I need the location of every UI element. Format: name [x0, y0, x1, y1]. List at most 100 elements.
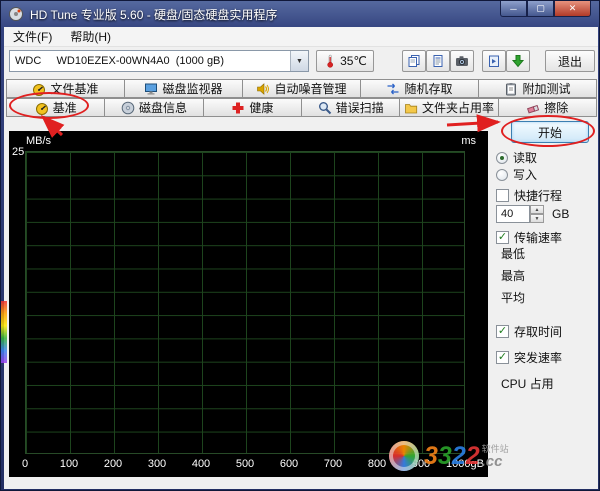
- read-label: 读取: [513, 149, 537, 166]
- access-time-checkbox[interactable]: [496, 325, 509, 338]
- folder-icon: [404, 101, 418, 115]
- x-tick: 600: [280, 458, 298, 470]
- monitor-icon: [144, 82, 158, 96]
- export-button[interactable]: [482, 50, 506, 72]
- tab-row-2: 基准 磁盘信息 健康: [6, 98, 596, 117]
- read-radio[interactable]: [496, 152, 508, 164]
- stepper-up-icon[interactable]: ▲: [530, 205, 544, 214]
- short-stroke-label: 快捷行程: [514, 187, 562, 204]
- tab-benchmark[interactable]: 基准: [6, 98, 105, 117]
- x-tick: 700: [324, 458, 342, 470]
- close-button[interactable]: ✕: [554, 1, 591, 17]
- download-arrow-icon: [511, 54, 525, 68]
- start-button[interactable]: 开始: [511, 121, 589, 143]
- write-radio[interactable]: [496, 169, 508, 181]
- file-benchmark-icon: [32, 82, 46, 96]
- transfer-rate-checkbox[interactable]: [496, 231, 509, 244]
- chevron-down-icon[interactable]: ▼: [290, 51, 308, 71]
- burst-rate-checkbox[interactable]: [496, 351, 509, 364]
- write-option[interactable]: 写入: [496, 166, 537, 183]
- tab-random-access[interactable]: 随机存取: [360, 79, 479, 98]
- short-stroke-value-input[interactable]: 40: [496, 205, 530, 223]
- read-option[interactable]: 读取: [496, 149, 537, 166]
- short-stroke-option[interactable]: 快捷行程: [496, 187, 562, 204]
- screenshot-button[interactable]: [450, 50, 474, 72]
- tab-label: 文件夹占用率: [422, 99, 494, 116]
- copy-text-button[interactable]: [402, 50, 426, 72]
- temperature-button[interactable]: 35℃: [316, 50, 374, 72]
- tab-label: 磁盘信息: [139, 99, 187, 116]
- watermark-text: 3 3 2 2 软件站 .cc: [424, 444, 509, 469]
- report-button[interactable]: [426, 50, 450, 72]
- transfer-rate-label: 传输速率: [514, 229, 562, 246]
- access-time-option[interactable]: 存取时间: [496, 323, 562, 340]
- menu-help[interactable]: 帮助(H): [61, 26, 120, 47]
- tab-folder-usage[interactable]: 文件夹占用率: [399, 98, 498, 117]
- camera-icon: [455, 54, 469, 68]
- drive-select[interactable]: WDC WD10EZEX-00WN4A0 (1000 gB) ▼: [9, 50, 309, 72]
- toolbar: WDC WD10EZEX-00WN4A0 (1000 gB) ▼ 35℃: [4, 47, 598, 77]
- thermometer-icon: [323, 54, 337, 68]
- menu-bar: 文件(F) 帮助(H): [4, 27, 598, 47]
- hdtune-window: HD Tune 专业版 5.60 - 硬盘/固态硬盘实用程序 ─ ▢ ✕ 文件(…: [0, 0, 600, 491]
- stepper-down-icon[interactable]: ▼: [530, 214, 544, 223]
- y-axis-max-label: 25: [12, 146, 24, 158]
- write-label: 写入: [513, 166, 537, 183]
- transfer-rate-option[interactable]: 传输速率: [496, 229, 562, 246]
- update-button[interactable]: [506, 50, 530, 72]
- watermark-strip: [1, 301, 7, 363]
- disk-icon: [121, 101, 135, 115]
- tab-label: 随机存取: [404, 80, 452, 97]
- right-axis-unit-label: ms: [461, 135, 476, 147]
- tab-acoustic-management[interactable]: 自动噪音管理: [242, 79, 361, 98]
- burst-rate-option[interactable]: 突发速率: [496, 349, 562, 366]
- y-axis-unit-label: MB/s: [26, 135, 51, 147]
- tab-disk-info[interactable]: 磁盘信息: [104, 98, 203, 117]
- watermark-logo-icon: [389, 441, 419, 471]
- benchmark-icon: [35, 101, 49, 115]
- x-tick: 200: [104, 458, 122, 470]
- tab-label: 文件基准: [50, 80, 98, 97]
- app-icon: [8, 6, 24, 22]
- x-tick: 300: [148, 458, 166, 470]
- magnifier-icon: [318, 101, 332, 115]
- access-time-label: 存取时间: [514, 323, 562, 340]
- window-controls: ─ ▢ ✕: [500, 1, 591, 17]
- client-area: 文件(F) 帮助(H) WDC WD10EZEX-00WN4A0 (1000 g…: [4, 27, 598, 489]
- speaker-icon: [256, 82, 270, 96]
- exit-button[interactable]: 退出: [545, 50, 595, 72]
- tab-label: 附加测试: [522, 80, 570, 97]
- tab-error-scan[interactable]: 错误扫描: [301, 98, 400, 117]
- tab-row-1: 文件基准 磁盘监视器 自动噪音管理: [6, 79, 596, 98]
- tab-label: 磁盘监视器: [162, 80, 222, 97]
- drive-select-value: WDC WD10EZEX-00WN4A0 (1000 gB): [10, 51, 290, 71]
- copy-icon: [407, 54, 421, 68]
- benchmark-chart: 25 MB/s ms 0 100 200 300 400 500 600 700…: [9, 131, 488, 477]
- plot-area: [25, 151, 465, 454]
- tab-label: 健康: [249, 99, 273, 116]
- tab-label: 自动噪音管理: [274, 80, 346, 97]
- random-access-icon: [386, 82, 400, 96]
- gb-unit-label: GB: [552, 207, 569, 221]
- watermark-suffix: .cc: [482, 454, 503, 469]
- short-stroke-checkbox[interactable]: [496, 189, 509, 202]
- tab-file-benchmark[interactable]: 文件基准: [6, 79, 125, 98]
- report-icon: [431, 54, 445, 68]
- minimum-label: 最低: [501, 245, 525, 262]
- x-tick: 800: [368, 458, 386, 470]
- x-tick: 400: [192, 458, 210, 470]
- menu-file[interactable]: 文件(F): [4, 26, 61, 47]
- tab-erase[interactable]: 擦除: [498, 98, 597, 117]
- minimize-button[interactable]: ─: [500, 1, 527, 17]
- burst-rate-label: 突发速率: [514, 349, 562, 366]
- clipboard-icon: [504, 82, 518, 96]
- tab-disk-monitor[interactable]: 磁盘监视器: [124, 79, 243, 98]
- x-tick: 100: [60, 458, 78, 470]
- annotation-arrow-start: [447, 122, 498, 125]
- average-label: 平均: [501, 289, 525, 306]
- maximize-button[interactable]: ▢: [527, 1, 554, 17]
- maximum-label: 最高: [501, 267, 525, 284]
- window-title: HD Tune 专业版 5.60 - 硬盘/固态硬盘实用程序: [30, 6, 277, 23]
- tab-extra-tests[interactable]: 附加测试: [478, 79, 597, 98]
- tab-health[interactable]: 健康: [203, 98, 302, 117]
